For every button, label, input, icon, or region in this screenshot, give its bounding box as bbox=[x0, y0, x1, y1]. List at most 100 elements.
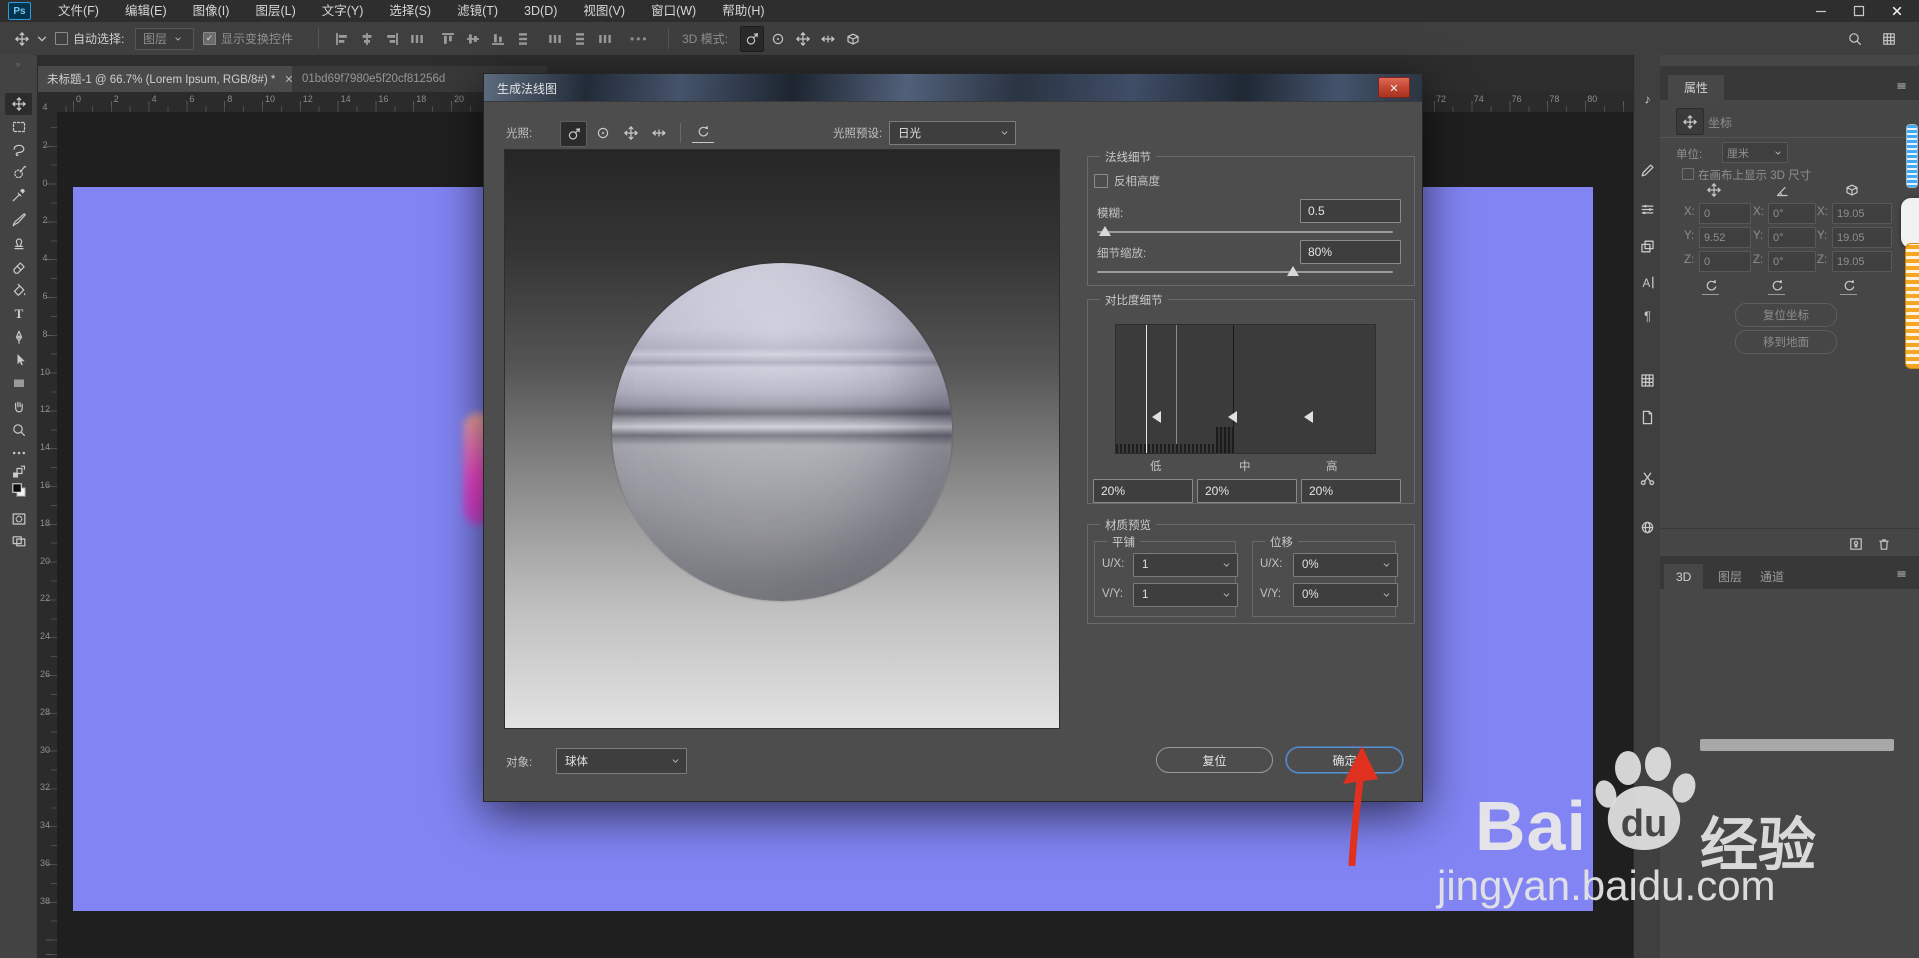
reset-button[interactable]: 复位 bbox=[1156, 747, 1273, 773]
sphere-panel-icon[interactable] bbox=[1639, 519, 1656, 536]
hand-tool-icon[interactable] bbox=[5, 395, 32, 417]
slide-light-icon[interactable] bbox=[646, 121, 671, 145]
tab-layers[interactable]: 图层 bbox=[1706, 564, 1754, 589]
scale-x-input[interactable]: 19.05 bbox=[1832, 203, 1892, 224]
scissors-icon[interactable] bbox=[1639, 470, 1656, 487]
scale-z-input[interactable]: 19.05 bbox=[1832, 251, 1892, 272]
edge-white-tab[interactable] bbox=[1901, 198, 1919, 248]
menu-item-0[interactable]: 文件(F) bbox=[45, 0, 112, 22]
detail-scale-slider[interactable] bbox=[1097, 266, 1393, 276]
menu-item-9[interactable]: 窗口(W) bbox=[638, 0, 709, 22]
tile-vy-dropdown[interactable]: 1 bbox=[1133, 583, 1238, 607]
auto-select-checkbox[interactable] bbox=[55, 22, 68, 55]
eyedropper-tool-icon[interactable] bbox=[5, 184, 32, 206]
music-note-icon[interactable]: ♪ bbox=[1639, 90, 1656, 107]
blur-slider-thumb[interactable] bbox=[1099, 226, 1111, 236]
marquee-tool-icon[interactable] bbox=[5, 116, 32, 138]
menu-item-1[interactable]: 编辑(E) bbox=[112, 0, 180, 22]
align-left-icon[interactable] bbox=[332, 29, 352, 49]
mid-value-input[interactable]: 20% bbox=[1197, 479, 1297, 503]
sliders-icon[interactable] bbox=[1639, 201, 1656, 218]
menu-item-7[interactable]: 3D(D) bbox=[511, 0, 570, 22]
vertical-ruler[interactable]: 4 2 0 2 4 6 8 10 12 14 16 18 20 22 24 26 28 30 32 34 36 38 bbox=[37, 103, 58, 958]
pan-light-icon[interactable] bbox=[618, 121, 643, 145]
reset-rotation-icon[interactable] bbox=[1768, 277, 1785, 295]
minimize-button[interactable] bbox=[1813, 3, 1829, 19]
more-align-options-button[interactable]: ••• bbox=[630, 22, 649, 55]
3d-orbit-mode-icon[interactable] bbox=[740, 25, 764, 52]
maximize-button[interactable] bbox=[1851, 3, 1867, 19]
move-tool-icon[interactable] bbox=[5, 93, 32, 115]
reset-position-icon[interactable] bbox=[1702, 277, 1719, 295]
layers-icon[interactable] bbox=[1639, 238, 1656, 255]
paint-bucket-tool-icon[interactable] bbox=[5, 279, 32, 301]
rotation-y-input[interactable]: 0° bbox=[1768, 227, 1816, 248]
high-handle-icon[interactable] bbox=[1304, 411, 1313, 423]
reset-light-icon[interactable] bbox=[692, 121, 714, 143]
pencil-icon[interactable] bbox=[1639, 162, 1656, 179]
blur-slider[interactable] bbox=[1097, 226, 1393, 236]
tab-channels[interactable]: 通道 bbox=[1748, 564, 1796, 589]
position-z-input[interactable]: 0 bbox=[1699, 251, 1751, 272]
mid-handle-icon[interactable] bbox=[1228, 411, 1237, 423]
document-tab-active[interactable]: 未标题-1 @ 66.7% (Lorem Ipsum, RGB/8#) * ✕ bbox=[37, 66, 311, 92]
unit-dropdown[interactable]: 厘米 bbox=[1722, 142, 1788, 163]
tab-properties[interactable]: 属性 bbox=[1668, 75, 1724, 100]
tool-preset-chevron-icon[interactable] bbox=[34, 22, 50, 55]
tile-ux-dropdown[interactable]: 1 bbox=[1133, 553, 1238, 577]
3d-roll-mode-icon[interactable] bbox=[767, 27, 789, 51]
reset-coordinates-button[interactable]: 复位坐标 bbox=[1735, 303, 1837, 327]
move-to-ground-button[interactable]: 移到地面 bbox=[1735, 330, 1837, 354]
grid-panel-icon[interactable] bbox=[1639, 372, 1656, 389]
toolbar-collapse-icon[interactable]: » bbox=[10, 59, 28, 69]
clone-stamp-tool-icon[interactable] bbox=[5, 232, 32, 254]
align-top-icon[interactable] bbox=[438, 29, 458, 49]
menu-item-10[interactable]: 帮助(H) bbox=[709, 0, 777, 22]
object-dropdown[interactable]: 球体 bbox=[556, 748, 687, 774]
show-transform-checkbox[interactable]: ✓ bbox=[203, 22, 216, 55]
3d-slide-mode-icon[interactable] bbox=[817, 27, 839, 51]
character-panel-icon[interactable]: A bbox=[1639, 274, 1656, 291]
distribute-left-icon[interactable] bbox=[545, 29, 565, 49]
foreground-background-swatch[interactable] bbox=[5, 479, 32, 501]
3d-pan-mode-icon[interactable] bbox=[792, 27, 814, 51]
document-panel-icon[interactable] bbox=[1639, 409, 1656, 426]
dialog-titlebar[interactable]: 生成法线图 bbox=[484, 74, 1422, 102]
distribute-center-icon[interactable] bbox=[570, 29, 590, 49]
distribute-right-icon[interactable] bbox=[595, 29, 615, 49]
lower-panel-menu-icon[interactable] bbox=[1894, 568, 1909, 580]
reset-scale-icon[interactable] bbox=[1840, 277, 1857, 295]
normal-map-preview[interactable] bbox=[504, 149, 1060, 729]
rectangle-tool-icon[interactable] bbox=[5, 372, 32, 394]
detail-scale-slider-thumb[interactable] bbox=[1287, 266, 1299, 276]
blur-value-input[interactable]: 0.5 bbox=[1300, 199, 1401, 223]
pen-tool-icon[interactable] bbox=[5, 326, 32, 348]
search-icon[interactable] bbox=[1847, 22, 1863, 55]
edge-orange-slider[interactable] bbox=[1905, 243, 1919, 369]
menu-item-6[interactable]: 滤镜(T) bbox=[444, 0, 511, 22]
panel-menu-icon[interactable] bbox=[1894, 80, 1909, 92]
dialog-close-button[interactable] bbox=[1378, 77, 1410, 98]
lasso-tool-icon[interactable] bbox=[5, 139, 32, 161]
position-y-input[interactable]: 9.52 bbox=[1699, 227, 1751, 248]
detail-scale-value-input[interactable]: 80% bbox=[1300, 240, 1401, 264]
position-x-input[interactable]: 0 bbox=[1699, 203, 1751, 224]
scale-y-input[interactable]: 19.05 bbox=[1832, 227, 1892, 248]
type-tool-icon[interactable]: T bbox=[5, 302, 32, 324]
distribute-v-icon[interactable] bbox=[513, 29, 533, 49]
close-window-button[interactable] bbox=[1889, 3, 1905, 19]
quick-mask-icon[interactable] bbox=[5, 508, 32, 530]
auto-select-target-dropdown[interactable]: 图层 bbox=[135, 22, 194, 55]
tab-3d[interactable]: 3D bbox=[1664, 564, 1704, 589]
delete-icon[interactable] bbox=[1876, 536, 1892, 552]
rotation-x-input[interactable]: 0° bbox=[1768, 203, 1816, 224]
orbit-light-icon[interactable] bbox=[560, 121, 587, 147]
menu-item-3[interactable]: 图层(L) bbox=[242, 0, 308, 22]
contrast-histogram[interactable] bbox=[1115, 324, 1376, 454]
distribute-h-icon[interactable] bbox=[407, 29, 427, 49]
align-hcenter-icon[interactable] bbox=[357, 29, 377, 49]
menu-item-5[interactable]: 选择(S) bbox=[376, 0, 444, 22]
edge-blue-slider[interactable] bbox=[1906, 124, 1918, 188]
menu-item-2[interactable]: 图像(I) bbox=[180, 0, 243, 22]
roll-light-icon[interactable] bbox=[590, 121, 615, 145]
